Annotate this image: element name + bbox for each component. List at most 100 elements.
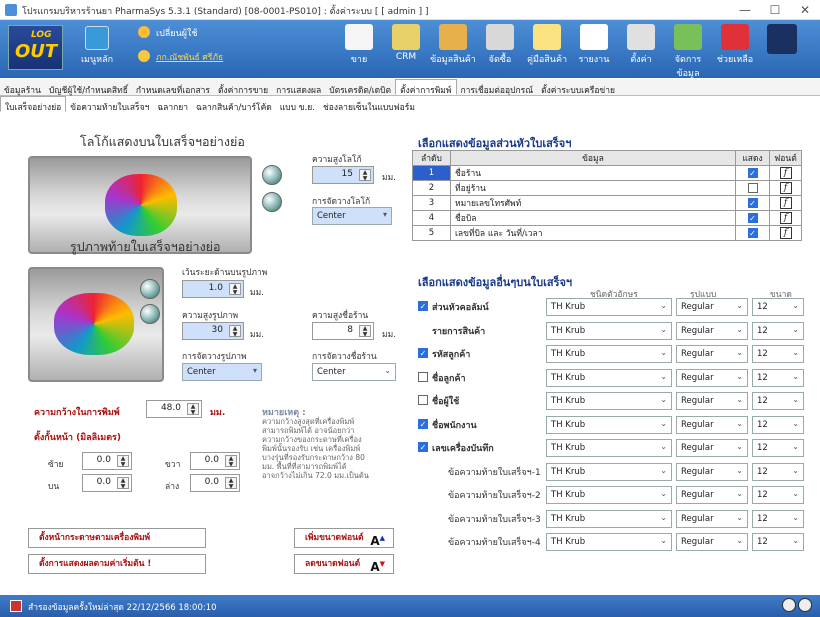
font-select[interactable]: TH Krub ⌄ <box>546 415 672 434</box>
current-user-link[interactable]: ภก.ณัชพันธ์ ศรีภัธ <box>156 50 223 64</box>
print-subtab-0[interactable]: ใบเสร็จอย่างย่อ <box>0 96 67 113</box>
header-info-row[interactable]: 2 ที่อยู่ร้าน f <box>412 180 802 196</box>
load-logo-button[interactable] <box>262 165 282 185</box>
style-select[interactable]: Regular ⌄ <box>676 462 748 481</box>
style-select[interactable]: Regular ⌄ <box>676 392 748 410</box>
toolbar-button-7[interactable]: จัดการข้อมูล <box>665 24 711 80</box>
font-function-icon[interactable]: f <box>779 197 792 209</box>
print-subtab-4[interactable]: แบบ ข.ย. <box>276 97 319 113</box>
show-checkbox[interactable]: ✓ <box>418 301 428 311</box>
style-select[interactable]: Regular ⌄ <box>676 439 748 457</box>
thai-lang-icon[interactable] <box>798 598 812 612</box>
style-select[interactable]: Regular ⌄ <box>676 486 748 504</box>
maximize-button[interactable]: ☐ <box>760 1 790 19</box>
margin-top-input[interactable]: 0.0 ▲ ▼ <box>82 474 132 492</box>
shop-name-height-input[interactable]: 8 ▲ ▼ <box>312 322 374 340</box>
print-subtab-3[interactable]: ฉลากสินค้า/บาร์โค้ด <box>192 97 276 113</box>
style-select[interactable]: Regular ⌄ <box>676 415 748 434</box>
english-lang-icon[interactable] <box>782 598 796 612</box>
main-menu-button[interactable]: เมนูหลัก <box>72 26 122 66</box>
minimize-button[interactable]: — <box>730 1 760 19</box>
print-subtab-1[interactable]: ข้อความท้ายใบเสร็จฯ <box>66 97 153 113</box>
logo-align-select[interactable]: Center ▾ <box>312 207 392 225</box>
image-height-input[interactable]: 30 ▲ ▼ <box>182 322 244 340</box>
font-function-icon[interactable]: f <box>779 167 792 179</box>
clear-logo-button[interactable] <box>262 192 282 212</box>
clear-footer-image-button[interactable] <box>140 304 160 324</box>
close-button[interactable]: ✕ <box>790 1 820 19</box>
toolbar-button-9[interactable] <box>759 24 805 56</box>
header-info-row[interactable]: 5 เลขที่บิล และ วันที่/เวลา ✓ f <box>412 225 802 241</box>
show-checkbox[interactable] <box>418 395 428 405</box>
show-checkbox[interactable]: ✓ <box>747 212 758 223</box>
font-select[interactable]: TH Krub ⌄ <box>546 368 672 387</box>
show-checkbox[interactable]: ✓ <box>418 348 428 358</box>
margin-left-input[interactable]: 0.0 ▲ ▼ <box>82 452 132 470</box>
font-function-icon[interactable]: f <box>779 212 792 224</box>
font-select[interactable]: TH Krub ⌄ <box>546 298 672 316</box>
style-select[interactable]: Regular ⌄ <box>676 533 748 551</box>
settings-tab-0[interactable]: ข้อมูลร้าน <box>0 80 45 96</box>
logout-button[interactable]: LOG OUT <box>8 25 63 70</box>
margin-right-input[interactable]: 0.0 ▲ ▼ <box>190 452 240 470</box>
settings-tab-5[interactable]: บัตรเครดิต/เดบิต <box>325 80 395 96</box>
size-select[interactable]: 12 ⌄ <box>752 298 804 316</box>
font-select[interactable]: TH Krub ⌄ <box>546 509 672 528</box>
page-setup-button[interactable]: ตั้งหน้ากระดาษตามเครื่องพิมพ์ <box>28 528 206 548</box>
settings-tab-8[interactable]: ตั้งค่าระบบเครือข่าย <box>537 80 619 96</box>
toolbar-button-0[interactable]: ขาย <box>336 24 382 66</box>
spin-arrows-icon[interactable]: ▲ ▼ <box>117 455 129 468</box>
spin-arrows-icon[interactable]: ▲ ▼ <box>225 477 237 490</box>
image-align-select[interactable]: Center ▾ <box>182 363 262 381</box>
spin-arrows-icon[interactable]: ▲ ▼ <box>229 283 241 296</box>
size-select[interactable]: 12 ⌄ <box>752 462 804 481</box>
spin-arrows-icon[interactable]: ▲ ▼ <box>229 325 241 338</box>
settings-tab-1[interactable]: บัญชีผู้ใช้/กำหนดสิทธิ์ <box>45 80 132 96</box>
header-info-row[interactable]: 4 ชื่อบิล ✓ f <box>412 210 802 226</box>
shop-name-align-select[interactable]: Center ⌄ <box>312 363 396 381</box>
show-checkbox[interactable]: ✓ <box>747 227 758 238</box>
toolbar-button-6[interactable]: ตั้งค่า <box>618 24 664 66</box>
print-subtab-5[interactable]: ช่องลายเซ็นในแบบฟอร์ม <box>319 97 419 113</box>
print-subtab-2[interactable]: ฉลากยา <box>153 97 192 113</box>
font-select[interactable]: TH Krub ⌄ <box>546 486 672 504</box>
decrease-font-button[interactable]: ลดขนาดฟอนต์ A▼ <box>294 554 394 574</box>
toolbar-button-8[interactable]: ช่วยเหลือ <box>712 24 758 66</box>
size-select[interactable]: 12 ⌄ <box>752 439 804 457</box>
settings-tab-4[interactable]: การแสดงผล <box>272 80 325 96</box>
font-select[interactable]: TH Krub ⌄ <box>546 439 672 457</box>
style-select[interactable]: Regular ⌄ <box>676 321 748 340</box>
show-checkbox[interactable]: ✓ <box>747 167 758 178</box>
spin-arrows-icon[interactable]: ▲ ▼ <box>187 403 199 416</box>
toolbar-button-1[interactable]: CRM <box>383 24 429 62</box>
style-select[interactable]: Regular ⌄ <box>676 345 748 363</box>
show-checkbox[interactable] <box>418 371 428 382</box>
size-select[interactable]: 12 ⌄ <box>752 368 804 387</box>
print-width-input[interactable]: 48.0 ▲ ▼ <box>146 400 202 418</box>
settings-tab-6[interactable]: ตั้งค่าการพิมพ์ <box>395 79 457 96</box>
load-footer-image-button[interactable] <box>140 279 160 299</box>
toolbar-button-4[interactable]: คู่มือสินค้า <box>524 24 570 66</box>
show-checkbox[interactable]: ✓ <box>747 197 758 208</box>
header-info-row[interactable]: 1 ชื่อร้าน ✓ f <box>412 165 802 181</box>
spin-arrows-icon[interactable]: ▲ ▼ <box>225 455 237 468</box>
size-select[interactable]: 12 ⌄ <box>752 321 804 340</box>
style-select[interactable]: Regular ⌄ <box>676 368 748 387</box>
settings-tab-2[interactable]: กำหนดเลขที่เอกสาร <box>132 80 214 96</box>
spin-arrows-icon[interactable]: ▲ ▼ <box>359 169 371 182</box>
logo-height-input[interactable]: 15 ▲ ▼ <box>312 166 374 184</box>
show-checkbox[interactable]: ✓ <box>418 418 428 429</box>
font-select[interactable]: TH Krub ⌄ <box>546 533 672 551</box>
toolbar-button-2[interactable]: ข้อมูลสินค้า <box>430 24 476 66</box>
show-checkbox[interactable] <box>747 182 758 193</box>
margin-bottom-input[interactable]: 0.0 ▲ ▼ <box>190 474 240 492</box>
style-select[interactable]: Regular ⌄ <box>676 298 748 316</box>
style-select[interactable]: Regular ⌄ <box>676 509 748 528</box>
size-select[interactable]: 12 ⌄ <box>752 415 804 434</box>
font-select[interactable]: TH Krub ⌄ <box>546 462 672 481</box>
settings-tab-7[interactable]: การเชื่อมต่ออุปกรณ์ <box>457 80 538 96</box>
increase-font-button[interactable]: เพิ่มขนาดฟอนต์ A▲ <box>294 528 394 548</box>
size-select[interactable]: 12 ⌄ <box>752 392 804 410</box>
size-select[interactable]: 12 ⌄ <box>752 486 804 504</box>
font-select[interactable]: TH Krub ⌄ <box>546 392 672 410</box>
